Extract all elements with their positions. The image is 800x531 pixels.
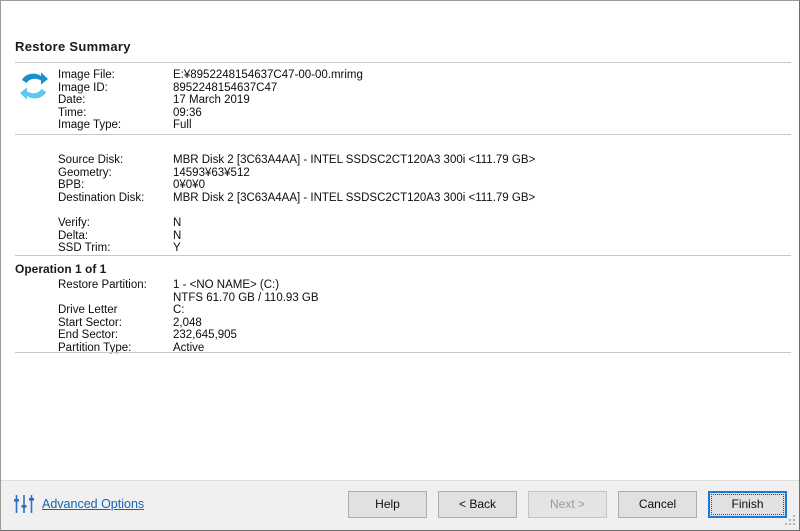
field-label: Destination Disk:: [58, 191, 145, 204]
separator-operation: [15, 255, 791, 256]
resize-grip[interactable]: [784, 515, 796, 527]
field-value: E:¥8952248154637C47-00-00.mrimg: [173, 69, 363, 81]
cancel-button[interactable]: Cancel: [618, 491, 697, 518]
field-label: SSD Trim:: [58, 242, 111, 255]
field-value: Y: [173, 242, 181, 255]
finish-button[interactable]: Finish: [708, 491, 787, 518]
field-label: Geometry:: [58, 166, 112, 179]
field-value: Full: [173, 119, 192, 132]
field-value: MBR Disk 2 [3C63A4AA] - INTEL SSDSC2CT12…: [173, 154, 536, 166]
footer-button-row: Help < Back Next > Cancel Finish: [348, 491, 787, 518]
field-label: Delta:: [58, 229, 89, 242]
field-label: Image Type:: [58, 119, 122, 132]
field-value: 1 - <NO NAME> (C:): [173, 279, 280, 291]
field-value: 8952248154637C47: [173, 81, 278, 94]
separator-disk: [15, 134, 791, 135]
field-value: N: [173, 216, 182, 229]
back-button[interactable]: < Back: [438, 491, 517, 518]
advanced-options-group[interactable]: Advanced Options: [13, 493, 144, 515]
dialog-footer: Advanced Options Help < Back Next > Canc…: [1, 480, 799, 530]
field-value: N: [173, 229, 182, 242]
field-value: 2,048: [173, 316, 202, 329]
field-label: BPB:: [58, 179, 85, 192]
field-label: Time:: [58, 106, 87, 119]
field-label: Image ID:: [58, 81, 108, 94]
field-value: C:: [173, 304, 185, 317]
summary-content-pane: Restore Summary Image File: E:¥895224815…: [1, 1, 799, 482]
field-value: 14593¥63¥512: [173, 166, 250, 179]
field-value: MBR Disk 2 [3C63A4AA] - INTEL SSDSC2CT12…: [173, 191, 536, 204]
separator-bottom: [15, 352, 791, 353]
field-value: NTFS 61.70 GB / 110.93 GB: [173, 291, 319, 304]
field-label: Source Disk:: [58, 154, 124, 166]
field-label: Date:: [58, 94, 86, 107]
field-value: 232,645,905: [173, 329, 237, 342]
field-value: 17 March 2019: [173, 94, 250, 107]
restore-summary-window: Restore Summary Image File: E:¥895224815…: [0, 0, 800, 531]
page-title: Restore Summary: [15, 39, 131, 54]
field-label: Image File:: [58, 69, 115, 81]
advanced-options-link[interactable]: Advanced Options: [42, 497, 144, 511]
field-value: 09:36: [173, 106, 202, 119]
field-label: End Sector:: [58, 329, 119, 342]
separator-top: [15, 62, 791, 63]
restore-arrows-icon: [17, 69, 51, 103]
field-label: Start Sector:: [58, 316, 122, 329]
help-button[interactable]: Help: [348, 491, 427, 518]
field-label: Restore Partition:: [58, 279, 147, 291]
finish-button-label: Finish: [731, 497, 764, 511]
field-label: Drive Letter: [58, 304, 118, 317]
next-button: Next >: [528, 491, 607, 518]
field-label: Verify:: [58, 216, 90, 229]
sliders-icon: [13, 493, 35, 515]
operation-heading: Operation 1 of 1: [15, 262, 107, 276]
field-value: 0¥0¥0: [173, 179, 205, 192]
